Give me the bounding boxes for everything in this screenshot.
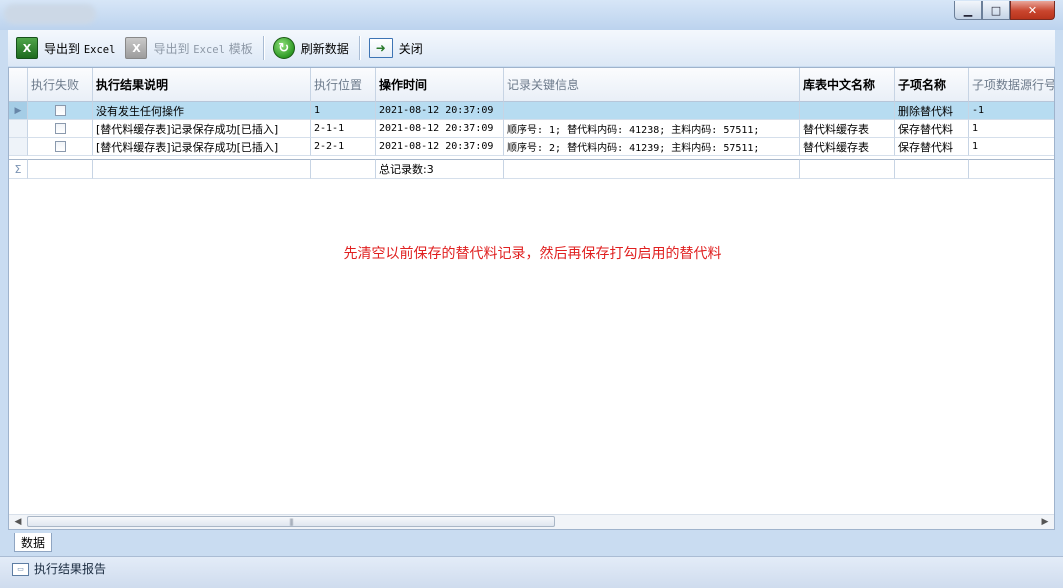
result-grid: 执行失败 执行结果说明 执行位置 操作时间 记录关键信息 库表中文名称 子项名称… (8, 67, 1055, 530)
export-excel-label: 导出到 Excel (44, 41, 116, 56)
col-header-table-name[interactable]: 库表中文名称 (800, 68, 895, 102)
record-count-summary: 总记录数:3 (376, 159, 504, 179)
col-header-time[interactable]: 操作时间 (376, 68, 504, 102)
table-name-cell: 替代料缓存表 (800, 120, 895, 138)
failed-checkbox[interactable] (54, 123, 66, 134)
source-line-cell: -1 (969, 102, 1054, 120)
table-row[interactable]: [替代料缓存表]记录保存成功[已插入] 2-2-1 2021-08-12 20:… (9, 138, 1054, 156)
refresh-icon: ↻ (272, 37, 295, 59)
sub-name-cell: 删除替代料 (895, 102, 969, 120)
desc-cell: [替代料缓存表]记录保存成功[已插入] (93, 120, 311, 138)
annotation-note: 先清空以前保存的替代料记录，然后再保存打勾启用的替代料 (343, 246, 722, 262)
col-header-desc[interactable]: 执行结果说明 (93, 68, 311, 102)
time-cell: 2021-08-12 20:37:09 (376, 138, 504, 156)
refresh-label: 刷新数据 (300, 41, 349, 56)
exit-door-icon: ➜ (368, 38, 393, 58)
refresh-button[interactable]: ↻ 刷新数据 (269, 35, 353, 61)
failed-cell (28, 138, 93, 156)
blurred-window-title (4, 4, 96, 24)
position-cell: 2-2-1 (311, 138, 376, 156)
failed-cell (28, 120, 93, 138)
title-bar: ▁ □ ✕ (0, 0, 1063, 30)
time-cell: 2021-08-12 20:37:09 (376, 120, 504, 138)
summary-cell (969, 159, 1054, 179)
sigma-icon: Σ (9, 159, 28, 179)
toolbar-separator (262, 36, 265, 60)
status-text: 执行结果报告 (34, 562, 107, 576)
table-name-cell: 替代料缓存表 (800, 138, 895, 156)
excel-template-icon: X (125, 37, 148, 59)
col-header-key-info[interactable]: 记录关键信息 (504, 68, 800, 102)
source-line-cell: 1 (969, 138, 1054, 156)
export-excel-template-label: 导出到 Excel 模板 (153, 41, 253, 56)
sub-name-cell: 保存替代料 (895, 138, 969, 156)
key-info-cell: 顺序号: 1; 替代料内码: 41238; 主料内码: 57511; (504, 120, 800, 138)
failed-cell (28, 102, 93, 120)
failed-checkbox[interactable] (54, 141, 66, 152)
desc-cell: 没有发生任何操作 (93, 102, 311, 120)
summary-cell (895, 159, 969, 179)
tab-strip: 数据 (8, 530, 1055, 554)
summary-cell (800, 159, 895, 179)
col-header-sub-name[interactable]: 子项名称 (895, 68, 969, 102)
summary-cell (28, 159, 93, 179)
minimize-button[interactable]: ▁ (954, 1, 982, 20)
time-cell: 2021-08-12 20:37:09 (376, 102, 504, 120)
summary-row: Σ 总记录数:3 (9, 159, 1054, 179)
report-icon: ▭ (12, 563, 29, 576)
table-name-cell (800, 102, 895, 120)
window-controls: ▁ □ ✕ (954, 1, 1055, 20)
summary-cell (93, 159, 311, 179)
col-header-position[interactable]: 执行位置 (311, 68, 376, 102)
position-cell: 2-1-1 (311, 120, 376, 138)
scroll-thumb[interactable]: ||| (27, 516, 555, 527)
row-indicator (9, 120, 28, 138)
col-header-source-line[interactable]: 子项数据源行号 (969, 68, 1054, 102)
grid-header: 执行失败 执行结果说明 执行位置 操作时间 记录关键信息 库表中文名称 子项名称… (9, 68, 1054, 102)
close-button[interactable]: ➜ 关闭 (365, 35, 427, 61)
key-info-cell (504, 102, 800, 120)
status-bar: ▭ 执行结果报告 (0, 556, 1063, 588)
close-window-button[interactable]: ✕ (1010, 1, 1055, 20)
source-line-cell: 1 (969, 120, 1054, 138)
close-label: 关闭 (398, 41, 423, 56)
tab-data[interactable]: 数据 (14, 533, 53, 552)
horizontal-scrollbar[interactable]: ◀ ||| ▶ (9, 514, 1054, 529)
maximize-button[interactable]: □ (982, 1, 1010, 20)
scroll-left-icon[interactable]: ◀ (11, 516, 25, 528)
table-row[interactable]: ▶ 没有发生任何操作 1 2021-08-12 20:37:09 删除替代料 -… (9, 102, 1054, 120)
summary-cell (504, 159, 800, 179)
export-excel-button[interactable]: X 导出到 Excel (12, 35, 119, 61)
toolbar-separator (358, 36, 361, 60)
row-indicator-header (9, 68, 28, 102)
table-row[interactable]: [替代料缓存表]记录保存成功[已插入] 2-1-1 2021-08-12 20:… (9, 120, 1054, 138)
sub-name-cell: 保存替代料 (895, 120, 969, 138)
key-info-cell: 顺序号: 2; 替代料内码: 41239; 主料内码: 57511; (504, 138, 800, 156)
row-indicator (9, 138, 28, 156)
scroll-right-icon[interactable]: ▶ (1038, 516, 1052, 528)
failed-checkbox[interactable] (54, 105, 66, 116)
excel-icon: X (16, 37, 38, 59)
position-cell: 1 (311, 102, 376, 120)
current-row-arrow-icon: ▶ (9, 102, 28, 120)
desc-cell: [替代料缓存表]记录保存成功[已插入] (93, 138, 311, 156)
export-excel-template-button[interactable]: X 导出到 Excel 模板 (121, 35, 256, 61)
summary-cell (311, 159, 376, 179)
toolbar: X 导出到 Excel X 导出到 Excel 模板 ↻ 刷新数据 ➜ 关闭 (8, 30, 1055, 66)
col-header-failed[interactable]: 执行失败 (28, 68, 93, 102)
